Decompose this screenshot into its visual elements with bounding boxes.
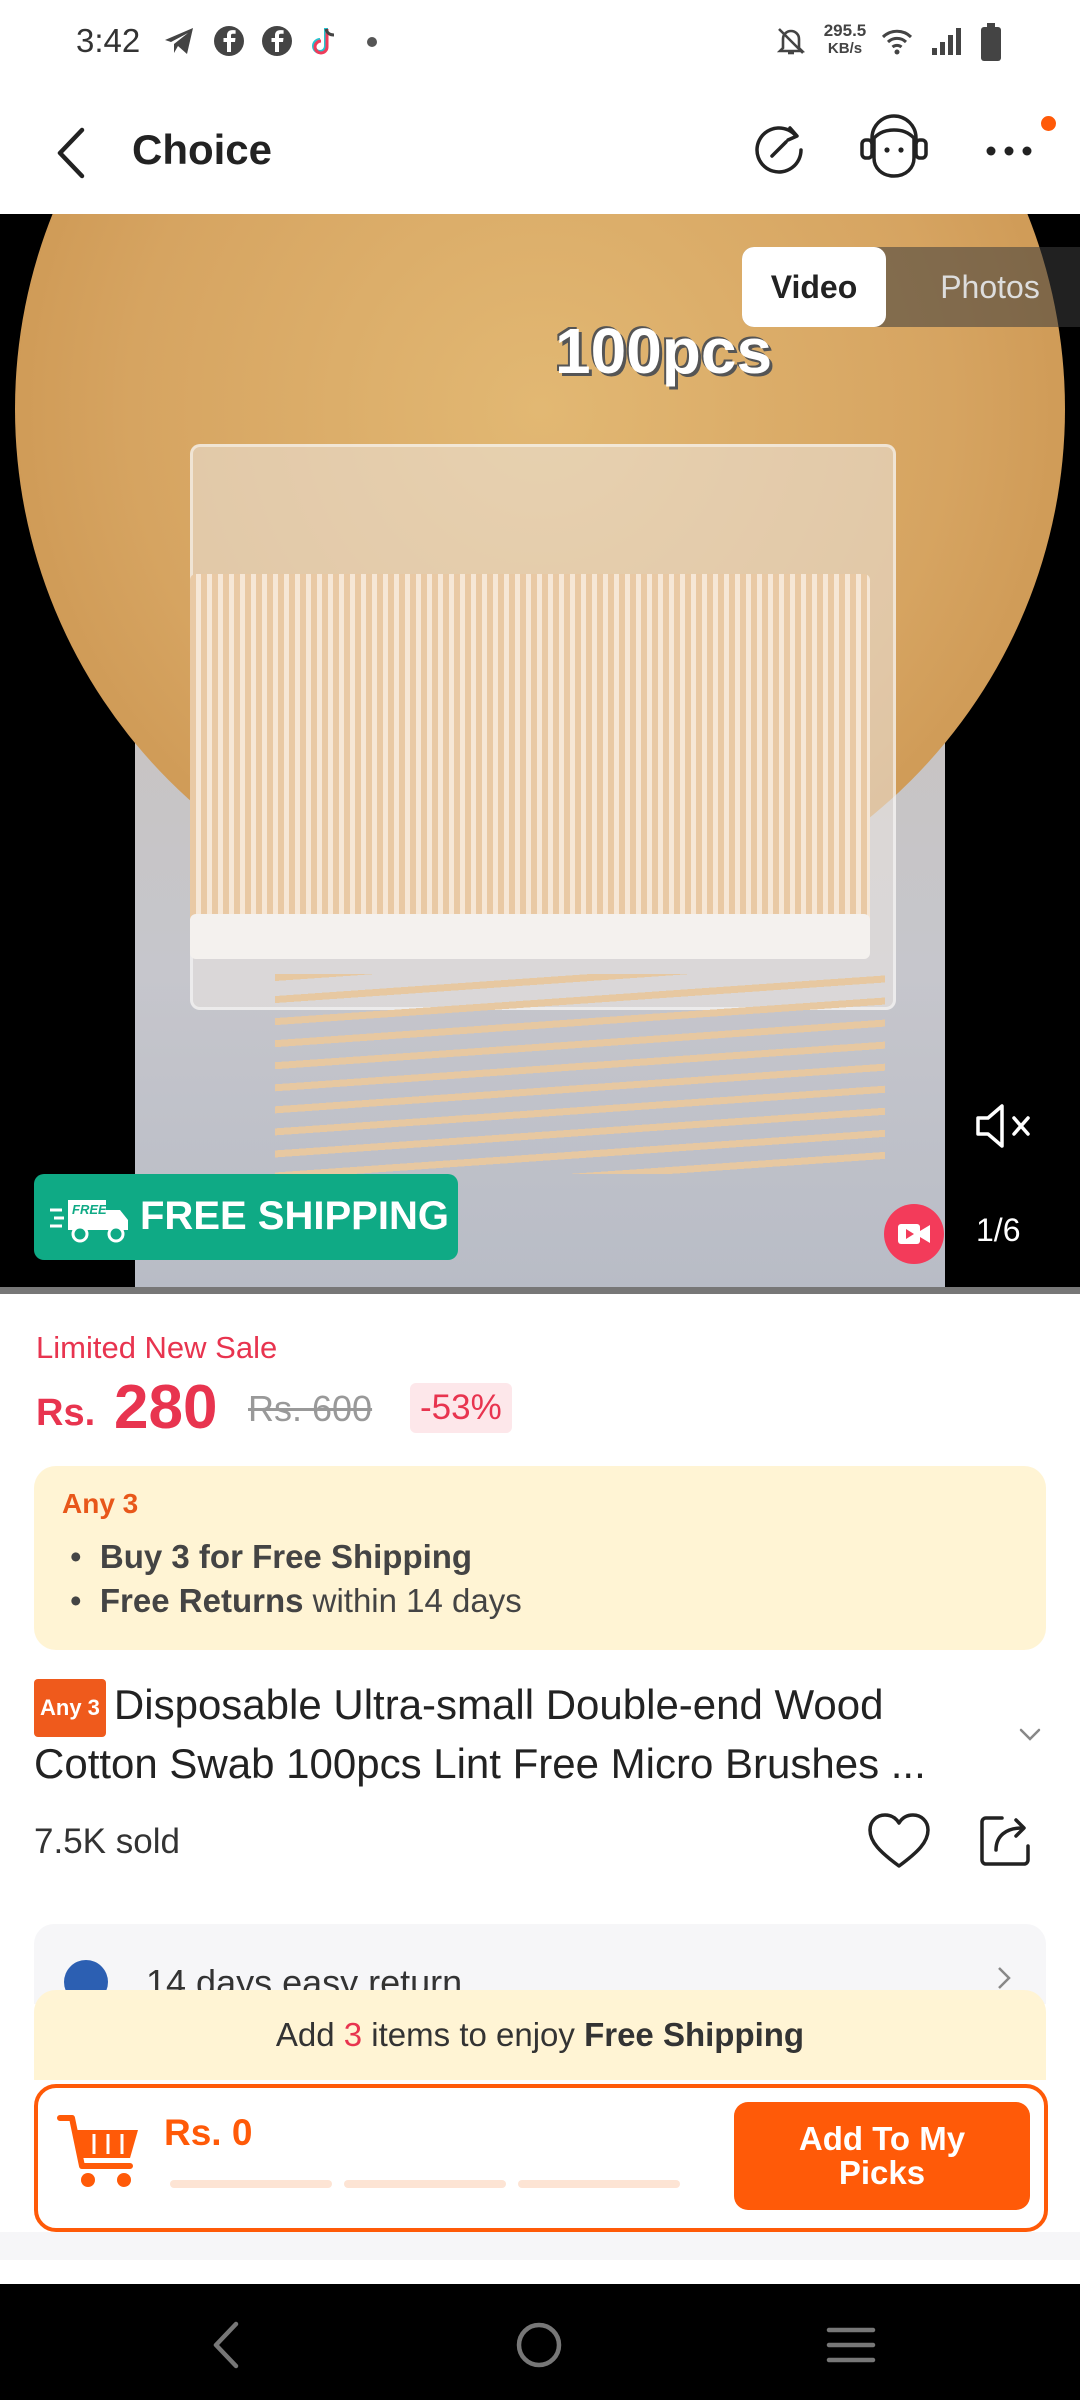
battery-icon [981, 23, 1001, 61]
product-media[interactable]: 100pcs Video Photos 1/6 FREE FREE SHIPPI… [0, 214, 1080, 1294]
customer-service-icon[interactable] [856, 114, 932, 182]
add-to-picks-button[interactable]: Add To My Picks [734, 2102, 1030, 2210]
page-title: Choice [132, 126, 273, 173]
promo-shipping-text: Buy 3 for Free Shipping [99, 1538, 473, 1575]
tab-photos[interactable]: Photos [905, 247, 1075, 327]
banner-prefix: Add [275, 2016, 344, 2053]
progress-step-2 [344, 2180, 506, 2188]
nav-recents-icon[interactable] [826, 2324, 876, 2366]
app-header: Choice [0, 90, 1080, 214]
swab-sticks [190, 574, 870, 954]
cart-bar: Rs. 0 Add To My Picks [34, 2084, 1048, 2232]
discount-badge: -53% [410, 1383, 512, 1433]
tab-video[interactable]: Video [742, 247, 886, 327]
banner-bold: Free Shipping [584, 2016, 805, 2053]
shipping-truck-icon: FREE [50, 1200, 128, 1243]
tiktok-icon [312, 28, 335, 55]
progress-step-3 [518, 2180, 680, 2188]
cart-icon[interactable] [56, 2108, 146, 2198]
current-price: 280 [114, 1373, 218, 1442]
net-speed-value: 295.5 [823, 21, 867, 40]
more-options-icon[interactable] [984, 144, 1034, 158]
page-indicator: 1/6 [976, 1212, 1021, 1248]
loose-swabs [275, 974, 885, 1174]
chevron-right-icon [998, 1967, 1011, 1989]
video-play-icon[interactable] [884, 1204, 944, 1264]
progress-step-1 [170, 2180, 332, 2188]
add-to-picks-label: Add To My Picks [798, 2120, 966, 2191]
share-icon[interactable] [976, 1810, 1036, 1870]
promo-box[interactable]: Any 3 • Buy 3 for Free Shipping • Free R… [34, 1466, 1046, 1650]
signal-icon [932, 28, 961, 55]
wifi-icon [881, 29, 913, 55]
free-mini-label: FREE [72, 1202, 107, 1217]
free-shipping-label: FREE SHIPPING [140, 1194, 449, 1238]
banner-middle: items to enjoy [362, 2016, 585, 2053]
overlay-text: 100pcs [555, 315, 773, 387]
status-time: 3:42 [76, 22, 141, 59]
banner-count: 3 [343, 2016, 363, 2053]
promo-tag: Any 3 [62, 1488, 139, 1519]
nav-back-icon[interactable] [206, 2320, 246, 2370]
mute-bell-icon [776, 28, 806, 55]
net-speed: 295.5 KB/s [820, 22, 870, 58]
add-items-banner: Add 3 items to enjoy Free Shipping [34, 1990, 1046, 2080]
promo-line-returns: • Free Returns within 14 days [70, 1582, 522, 1619]
product-image[interactable] [15, 214, 1065, 1294]
any3-tag: Any 3 [34, 1678, 106, 1737]
swab-tips [190, 914, 870, 959]
facebook-icon [262, 26, 292, 56]
promo-line-shipping: • Buy 3 for Free Shipping [70, 1538, 473, 1575]
sale-label: Limited New Sale [36, 1330, 278, 1365]
dot-icon [367, 37, 377, 47]
system-nav-bar [0, 2284, 1080, 2400]
nav-home-icon[interactable] [514, 2320, 564, 2370]
cart-price: Rs. 0 [164, 2112, 253, 2153]
media-progress [0, 1287, 1080, 1294]
history-icon[interactable] [750, 120, 808, 178]
original-price: Rs. 600 [248, 1388, 373, 1429]
free-shipping-badge: FREE FREE SHIPPING [34, 1174, 458, 1260]
sold-count: 7.5K sold [34, 1822, 180, 1861]
promo-returns-bold: Free Returns [99, 1582, 304, 1619]
telegram-icon [165, 28, 193, 54]
status-bar: 3:42 295.5 KB/s [0, 0, 1080, 90]
bottom-spacer [0, 2232, 1080, 2260]
product-title-block[interactable]: Any 3 Disposable Ultra-small Double-end W… [34, 1678, 994, 1791]
currency-label: Rs. [36, 1392, 96, 1434]
facebook-icon [214, 26, 244, 56]
mute-icon[interactable] [972, 1094, 1036, 1158]
chevron-down-icon[interactable] [1016, 1720, 1044, 1748]
net-speed-unit: KB/s [827, 40, 863, 57]
promo-returns-rest: within 14 days [303, 1582, 522, 1619]
heart-icon[interactable] [866, 1812, 932, 1872]
product-title: Disposable Ultra-small Double-end Wood C… [34, 1681, 926, 1787]
back-arrow-icon[interactable] [52, 126, 92, 180]
notification-dot [1041, 116, 1056, 131]
